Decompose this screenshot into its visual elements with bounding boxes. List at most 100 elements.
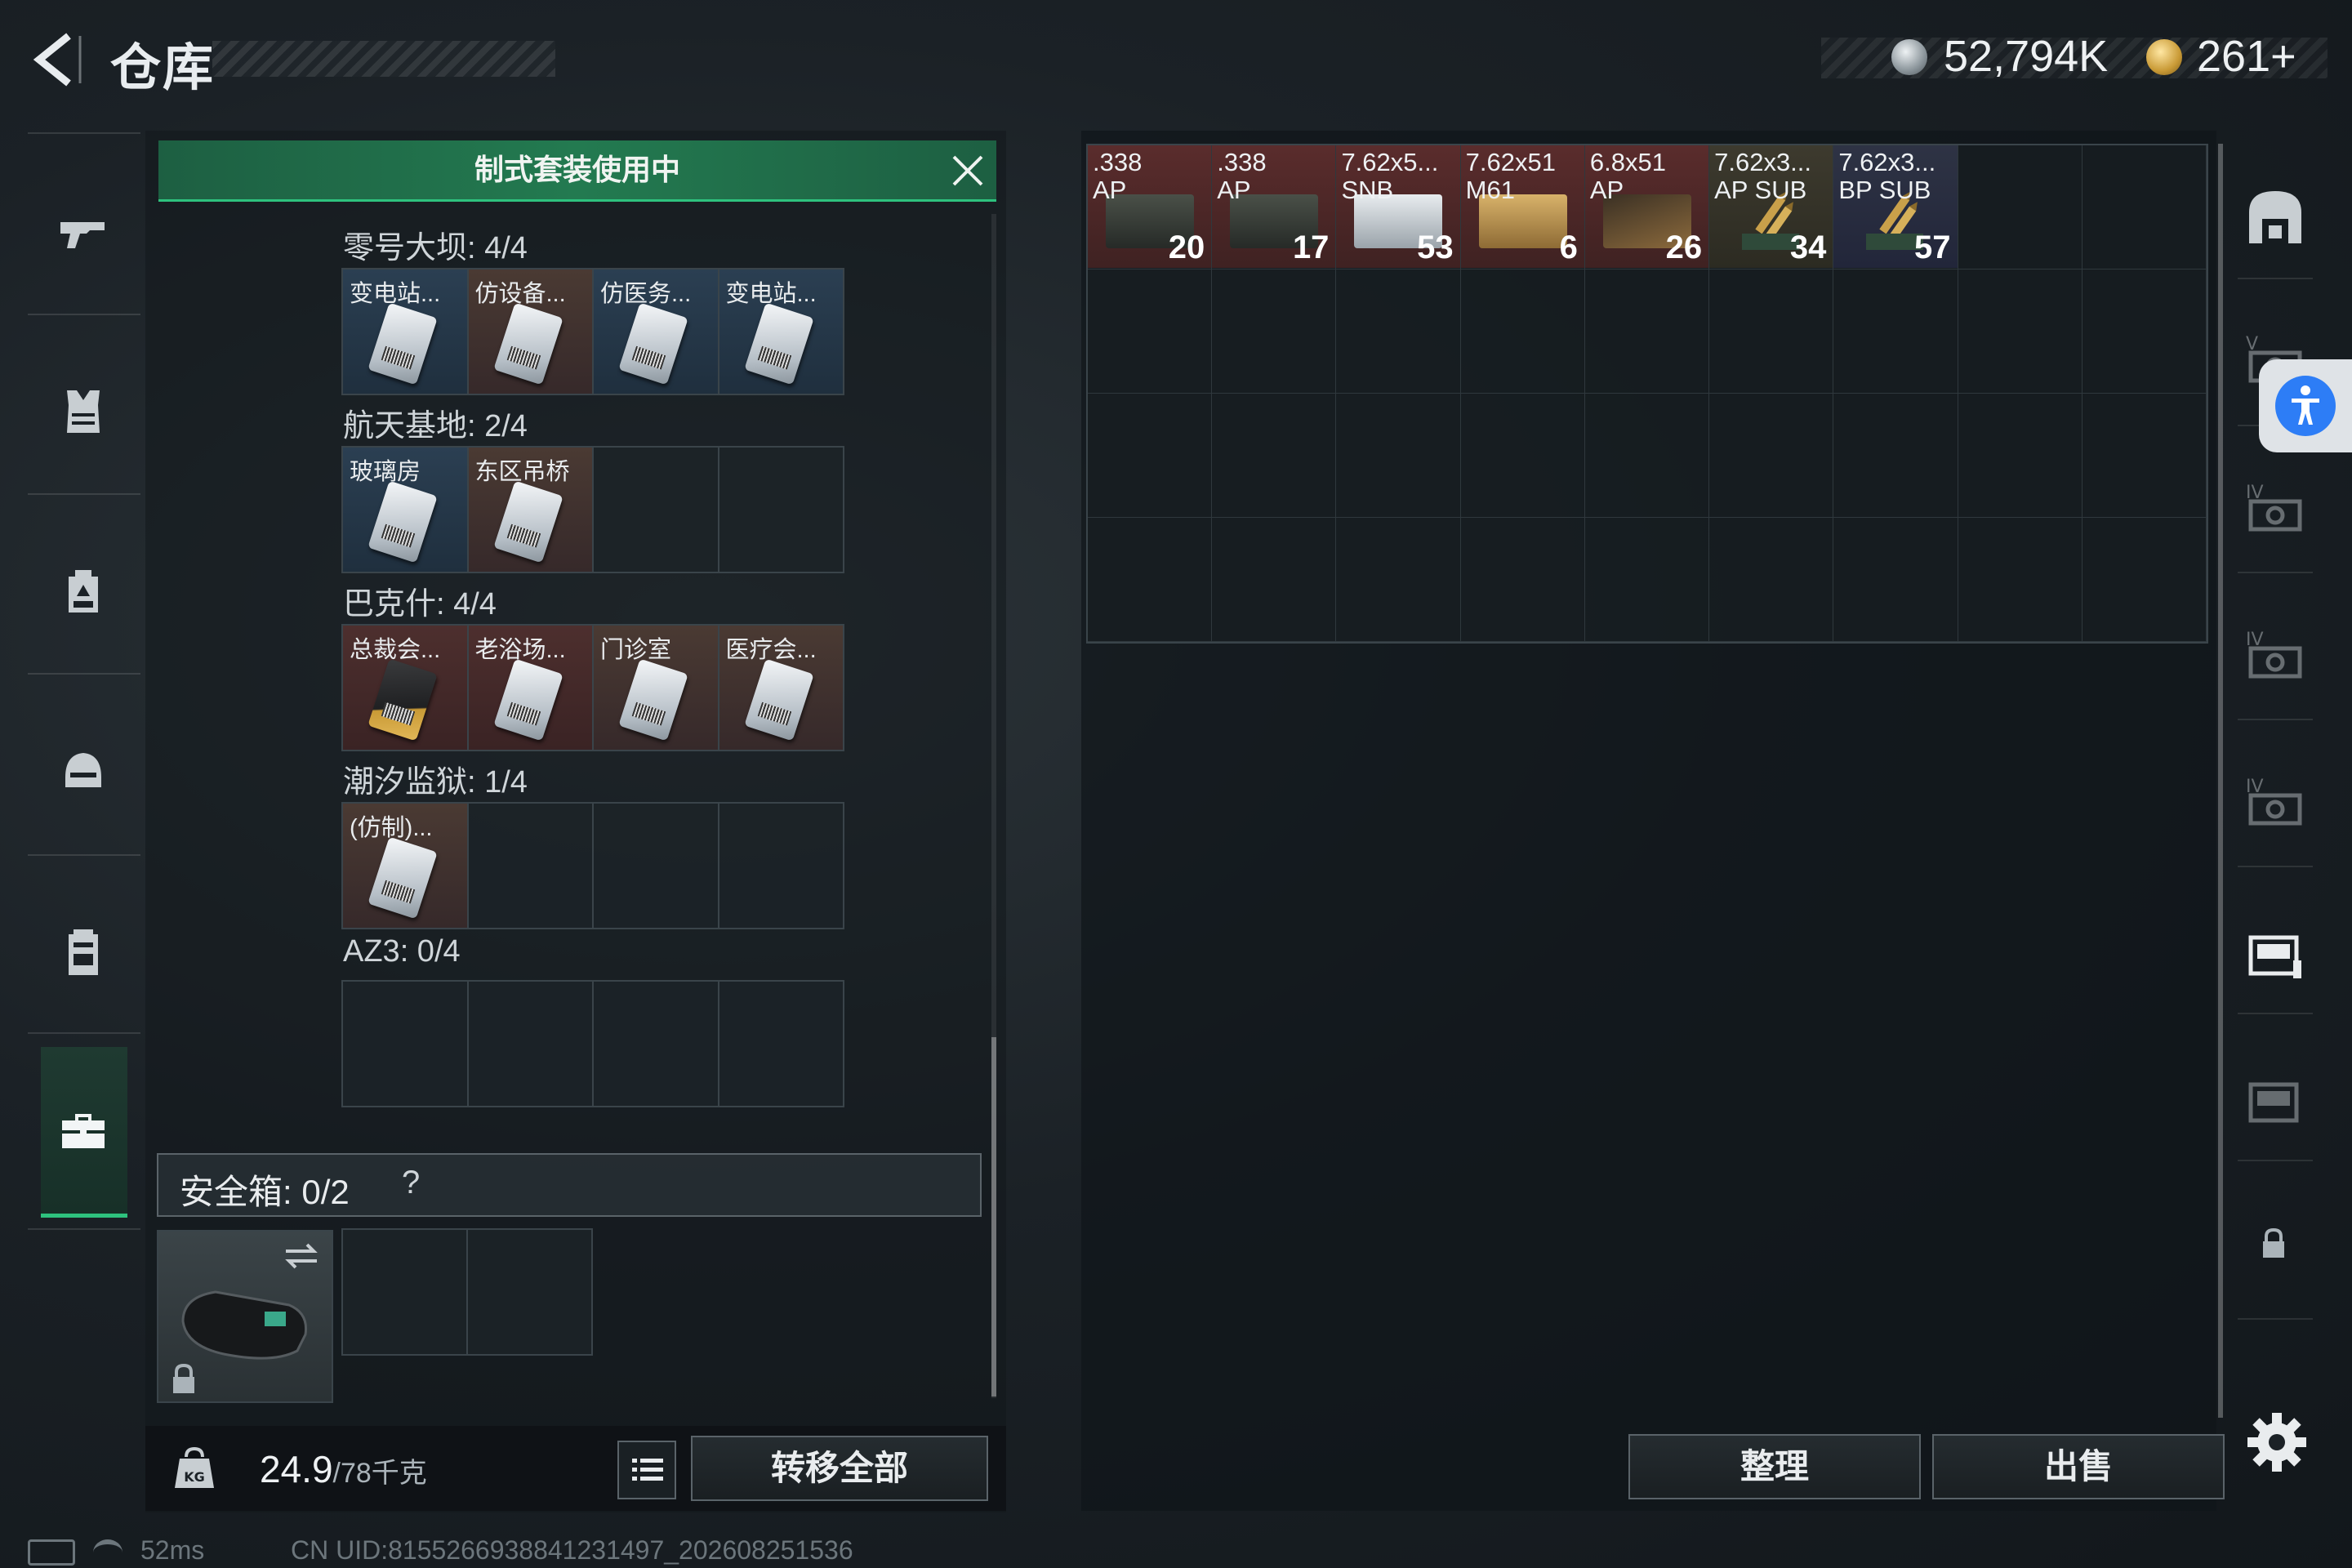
- stash-cell[interactable]: [1958, 394, 2082, 518]
- key-slot[interactable]: 东区吊桥: [468, 448, 594, 572]
- ammo-item[interactable]: 7.62x5... SNB 53: [1336, 145, 1461, 268]
- ammo-item[interactable]: 7.62x3... AP SUB 34: [1709, 145, 1834, 268]
- rig-icon[interactable]: [57, 926, 109, 978]
- key-slot[interactable]: 变电站...: [343, 270, 469, 394]
- key-set-label: 零号大坝: 4/4: [343, 231, 528, 265]
- stash-scrollbar[interactable]: [2218, 144, 2223, 1418]
- empty-key-slot[interactable]: [719, 982, 844, 1106]
- helmet-icon[interactable]: [57, 745, 109, 797]
- key-slot[interactable]: 门诊室: [594, 626, 719, 750]
- stash-cell[interactable]: [1460, 518, 1585, 642]
- stash-cell[interactable]: [1709, 394, 1834, 518]
- stash-cell[interactable]: [1584, 518, 1710, 642]
- empty-key-slot[interactable]: [469, 982, 594, 1106]
- ammo-count: 17: [1292, 229, 1330, 265]
- stash-tab-drawer-icon[interactable]: [2244, 1067, 2306, 1129]
- keycard-icon: [492, 302, 564, 385]
- stash-cell[interactable]: [2082, 394, 2207, 518]
- stash-cell[interactable]: [1212, 270, 1337, 394]
- stash-cell[interactable]: [1584, 394, 1710, 518]
- sidebar-divider: [2238, 1013, 2313, 1014]
- stash-tab-case-icon[interactable]: IV: [2244, 773, 2306, 835]
- key-slot[interactable]: 仿设备...: [468, 270, 594, 394]
- stash-cell[interactable]: [2082, 518, 2207, 642]
- empty-key-slot[interactable]: [594, 982, 719, 1106]
- stash-tab-case-icon[interactable]: IV: [2244, 626, 2306, 688]
- ammo-count: 34: [1789, 229, 1827, 265]
- key-slot[interactable]: (仿制)...: [343, 804, 469, 928]
- stash-cell[interactable]: [1958, 518, 2082, 642]
- stash-cell[interactable]: [1336, 518, 1461, 642]
- stash-cell[interactable]: [1212, 394, 1337, 518]
- stash-cell[interactable]: [1336, 394, 1461, 518]
- help-button[interactable]: ?: [402, 1165, 420, 1201]
- stash-home-icon[interactable]: [2244, 186, 2306, 248]
- stash-cell[interactable]: [1460, 270, 1585, 394]
- ammo-item[interactable]: .338 AP 20: [1088, 145, 1213, 268]
- briefcase-icon[interactable]: [57, 1104, 109, 1156]
- empty-key-slot[interactable]: [719, 448, 844, 572]
- ammo-item[interactable]: .338 AP 17: [1212, 145, 1337, 268]
- sell-button[interactable]: 出售: [1932, 1434, 2225, 1499]
- stash-tab-drawer-icon[interactable]: [2244, 920, 2306, 982]
- backpack-icon[interactable]: [57, 565, 109, 617]
- key-name: 老浴场...: [474, 637, 566, 663]
- close-icon[interactable]: [949, 152, 987, 189]
- empty-key-slot[interactable]: [719, 804, 844, 928]
- key-slot[interactable]: 医疗会...: [719, 626, 843, 750]
- stash-cell[interactable]: [1088, 394, 1213, 518]
- ammo-item[interactable]: 7.62x51 M61 6: [1460, 145, 1585, 268]
- stash-cell[interactable]: [1709, 518, 1834, 642]
- gold-amount[interactable]: 261+: [2197, 31, 2296, 82]
- empty-key-slot[interactable]: [469, 804, 594, 928]
- empty-key-slot[interactable]: [343, 982, 469, 1106]
- keycard-icon: [368, 658, 438, 742]
- stash-cell[interactable]: [1958, 270, 2082, 394]
- ammo-name: 7.62x51 M61: [1466, 149, 1556, 204]
- sort-button[interactable]: 整理: [1628, 1434, 1921, 1499]
- key-slot[interactable]: 老浴场...: [468, 626, 594, 750]
- gold-coin-icon: [2146, 39, 2182, 75]
- ammo-type: BP SUB: [1838, 176, 1931, 204]
- stash-cell[interactable]: [1088, 518, 1213, 642]
- stash-tab-case-icon[interactable]: IV: [2244, 479, 2306, 541]
- swap-icon[interactable]: [281, 1240, 322, 1272]
- stash-cell[interactable]: [1336, 270, 1461, 394]
- stash-cell[interactable]: [1958, 145, 2082, 270]
- key-set-label: AZ3: 0/4: [343, 934, 461, 969]
- stash-cell[interactable]: [1833, 394, 1958, 518]
- key-slot[interactable]: 变电站...: [719, 270, 843, 394]
- scrollbar-thumb[interactable]: [991, 1037, 996, 1396]
- stash-cell[interactable]: [2082, 145, 2207, 270]
- ammo-item[interactable]: 6.8x51 AP 26: [1584, 145, 1710, 268]
- keycard-icon: [368, 302, 438, 385]
- keycard-icon: [368, 836, 438, 920]
- accessibility-button[interactable]: [2259, 359, 2352, 452]
- key-slot[interactable]: 仿医务...: [594, 270, 719, 394]
- stash-cell[interactable]: [1709, 270, 1834, 394]
- safe-box-container[interactable]: [157, 1230, 333, 1403]
- empty-key-slot[interactable]: [594, 448, 719, 572]
- money-amount[interactable]: 52,794K: [1944, 31, 2108, 82]
- lock-icon: [173, 1363, 194, 1393]
- stash-cell[interactable]: [2082, 270, 2207, 394]
- stash-cell[interactable]: [1460, 394, 1585, 518]
- back-arrow-icon[interactable]: [28, 31, 85, 88]
- transfer-all-button[interactable]: 转移全部: [691, 1436, 988, 1501]
- gun-icon[interactable]: [57, 206, 109, 258]
- armor-vest-icon[interactable]: [57, 385, 109, 438]
- stash-cell[interactable]: [1088, 270, 1213, 394]
- stash-cell[interactable]: [1833, 270, 1958, 394]
- safe-slot[interactable]: [468, 1230, 591, 1354]
- stash-cell[interactable]: [1584, 270, 1710, 394]
- safe-slot[interactable]: [343, 1230, 468, 1354]
- list-icon[interactable]: [617, 1441, 676, 1499]
- stash-cell[interactable]: [1212, 518, 1337, 642]
- key-slot[interactable]: 总裁会...: [343, 626, 469, 750]
- gear-icon[interactable]: [2244, 1410, 2310, 1475]
- ammo-item[interactable]: 7.62x3... BP SUB 57: [1833, 145, 1958, 268]
- key-slot[interactable]: 玻璃房: [343, 448, 469, 572]
- empty-key-slot[interactable]: [594, 804, 719, 928]
- stash-cell[interactable]: [1833, 518, 1958, 642]
- safe-box-header: 安全箱: 0/2 ?: [157, 1153, 982, 1217]
